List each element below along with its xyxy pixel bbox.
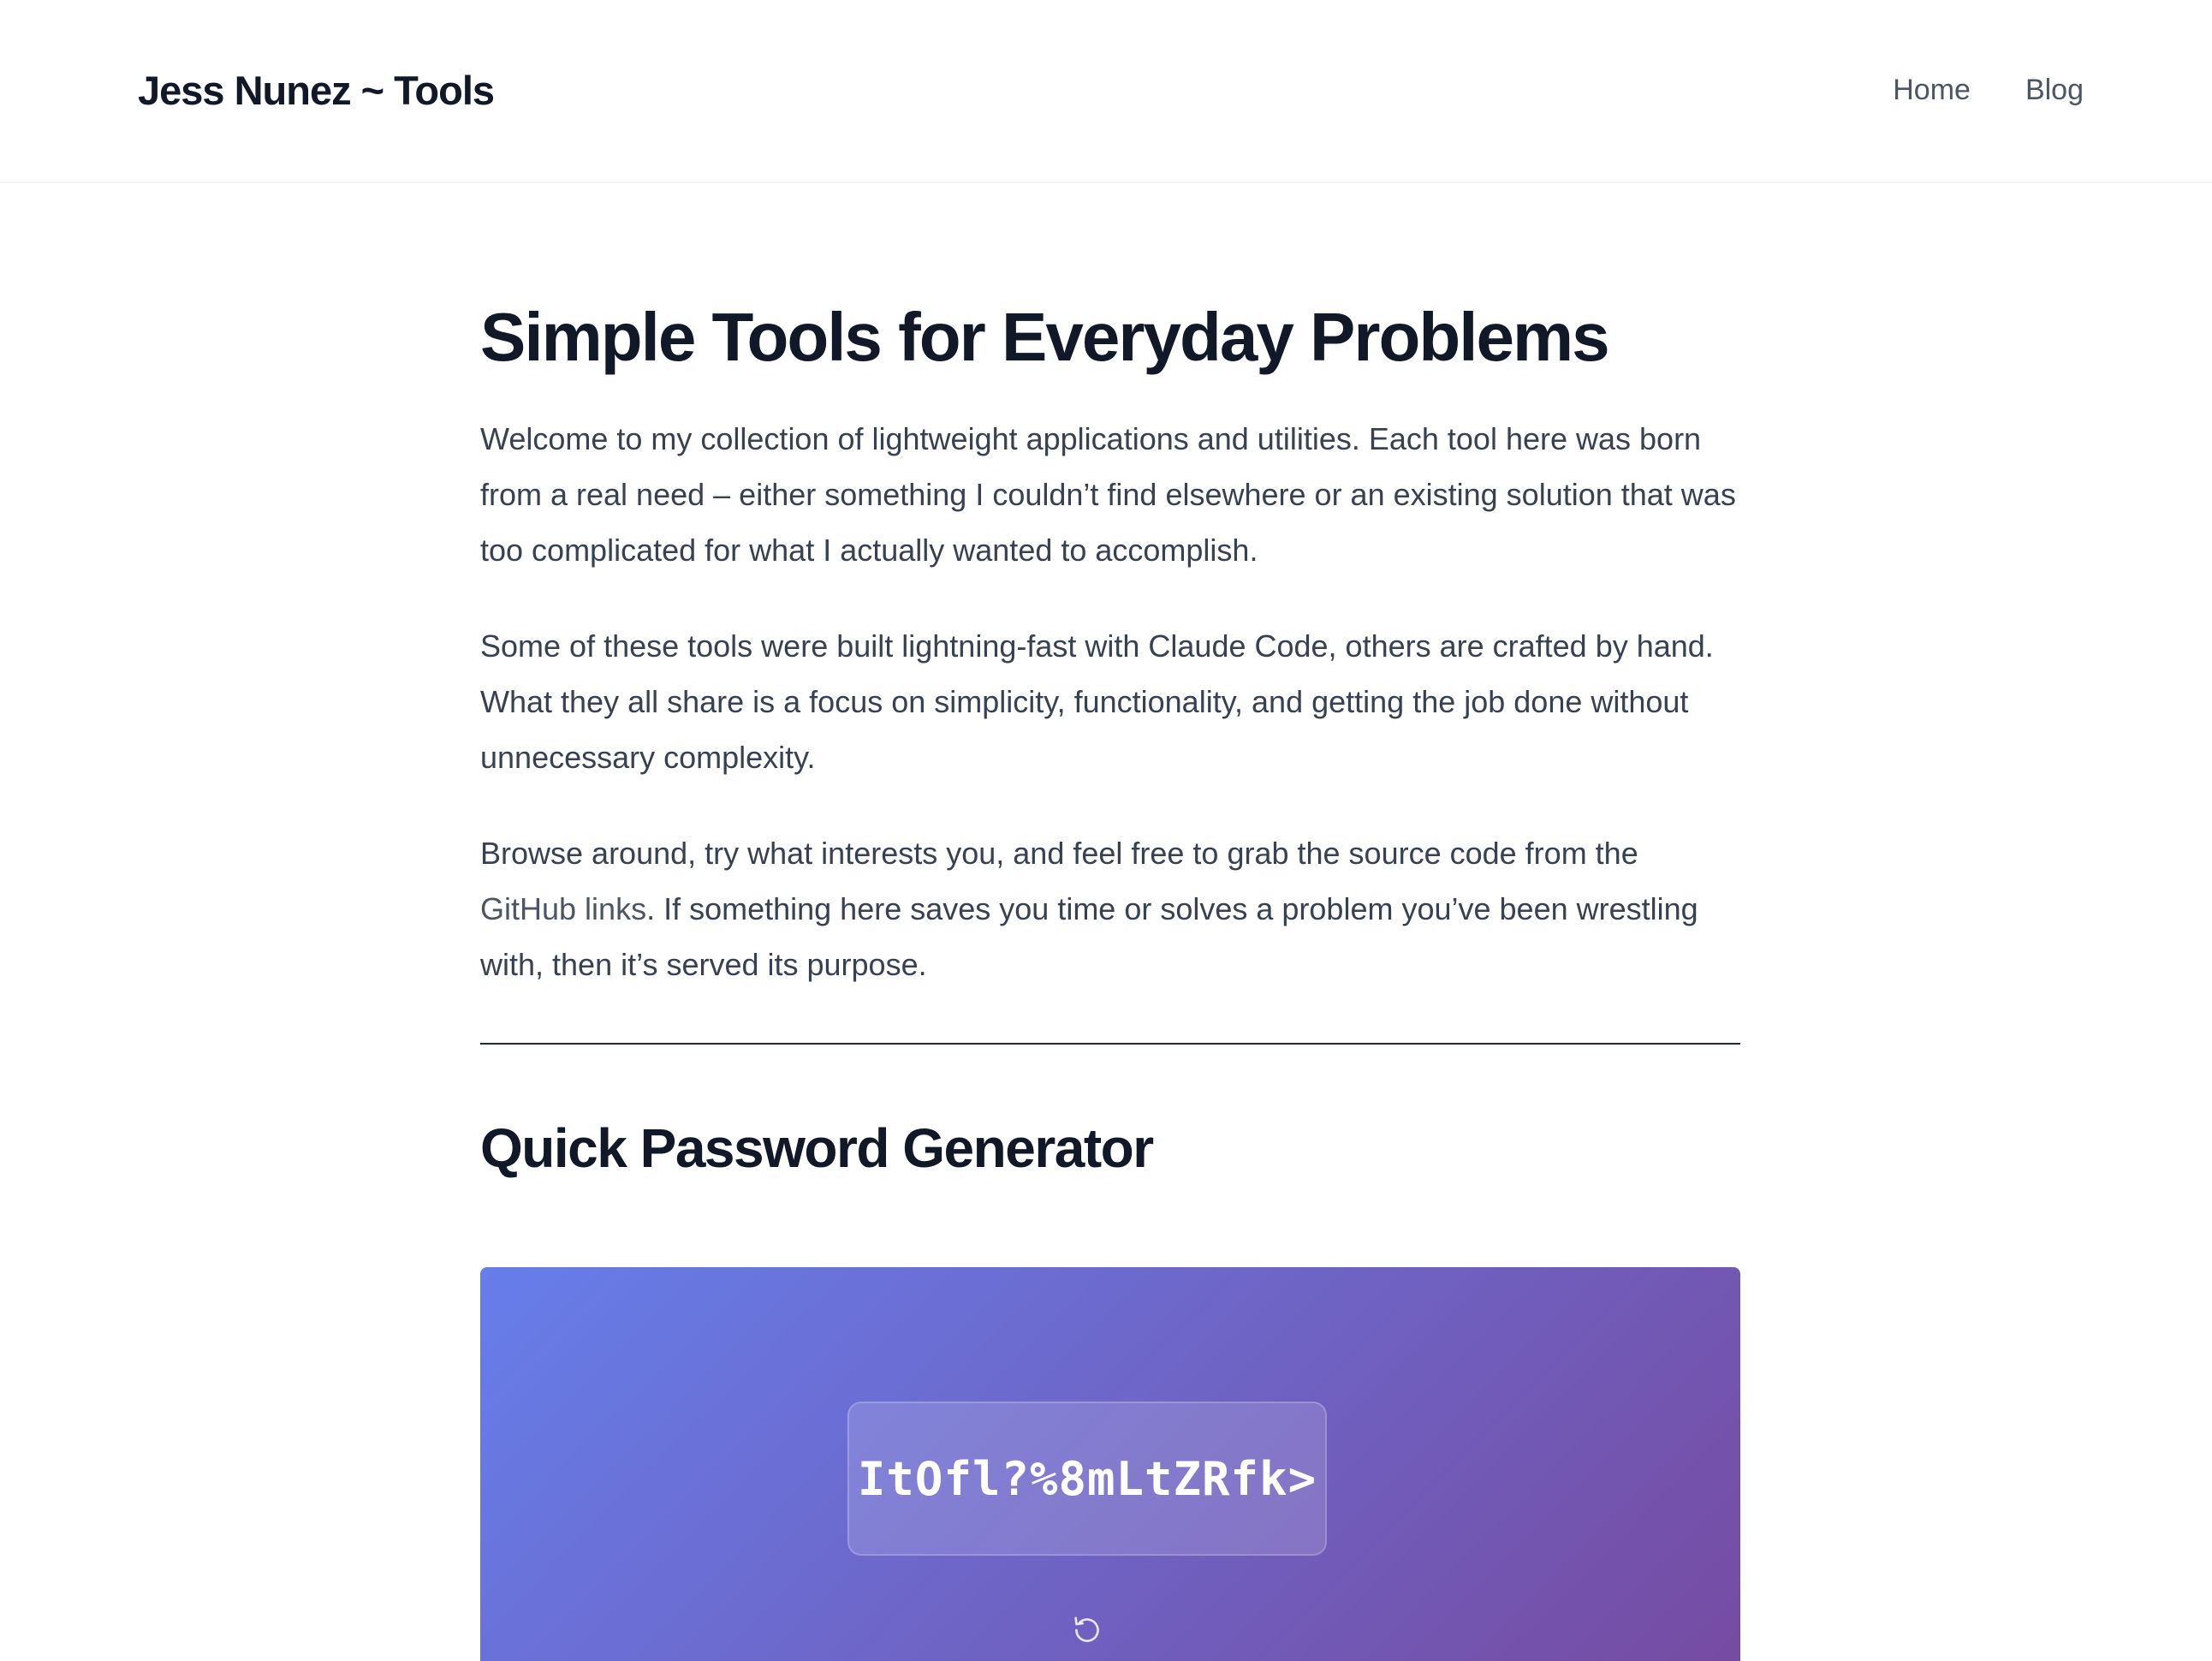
intro-paragraph: Welcome to my collection of lightweight … (480, 421, 1736, 568)
site-header: Jess Nunez ~ Tools Home Blog (0, 0, 2212, 183)
nav-link-home[interactable]: Home (1893, 74, 1971, 107)
password-display[interactable]: ItOfl?%8mLtZRfk> (847, 1402, 1327, 1556)
site-brand-link[interactable]: Jess Nunez ~ Tools (138, 67, 495, 114)
main-nav: Home Blog (1893, 74, 2084, 107)
refresh-icon (1074, 1616, 1099, 1642)
github-links[interactable]: GitHub links (480, 891, 646, 926)
paragraph-text: Browse around, try what interests you, a… (480, 836, 1638, 871)
intro-paragraph: Some of these tools were built lightning… (480, 628, 1714, 775)
password-text: ItOfl?%8mLtZRfk> (857, 1451, 1317, 1506)
intro-paragraph: Browse around, try what interests you, a… (480, 825, 1740, 992)
nav-link-blog[interactable]: Blog (2025, 74, 2084, 107)
section-divider (480, 1043, 1740, 1045)
page-title: Simple Tools for Everyday Problems (480, 299, 1610, 375)
password-generator-card: ItOfl?%8mLtZRfk> (480, 1267, 1740, 1661)
paragraph-text: . If something here saves you time or so… (480, 891, 1698, 982)
regenerate-password-button[interactable] (1065, 1608, 1109, 1652)
section-title: Quick Password Generator (480, 1117, 1154, 1179)
